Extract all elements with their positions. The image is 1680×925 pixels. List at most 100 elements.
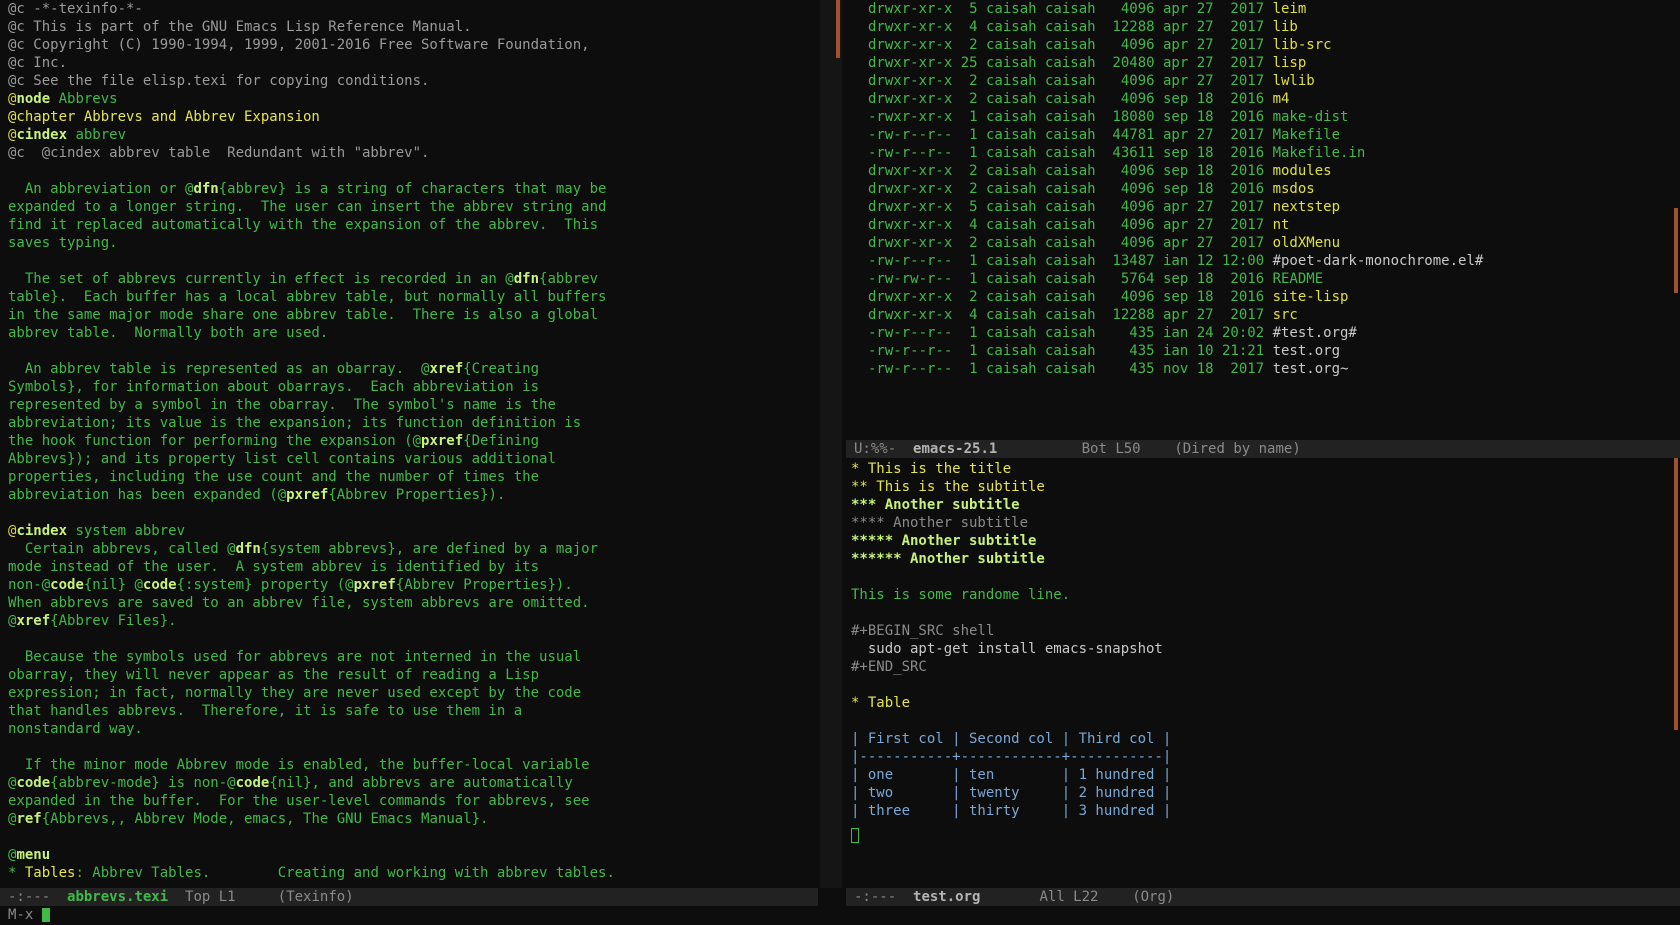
dired-row[interactable]: -rw-rw-r-- 1 caisah caisah 5764 sep 18 2… <box>868 270 1680 288</box>
texinfo-segment: {Abbrevs,, Abbrev Mode, emacs, The GNU E… <box>41 811 489 827</box>
dired-row[interactable]: drwxr-xr-x 4 caisah caisah 4096 apr 27 2… <box>868 216 1680 234</box>
texinfo-segment: @chapter Abbrevs and Abbrev Expansion <box>8 109 320 125</box>
texinfo-segment: xref <box>429 361 464 377</box>
dired-file-name[interactable]: nextstep <box>1273 199 1340 215</box>
org-segment: **** Another subtitle <box>851 515 1029 531</box>
texinfo-segment: pxref <box>421 433 464 449</box>
dired-file-name[interactable]: Makefile.in <box>1273 145 1366 161</box>
texinfo-segment: cindex <box>16 127 68 143</box>
dired-file-name[interactable]: lisp <box>1273 55 1307 71</box>
texinfo-segment: system abbrev <box>67 523 186 539</box>
dired-row[interactable]: drwxr-xr-x 25 caisah caisah 20480 apr 27… <box>868 54 1680 72</box>
dired-row[interactable]: -rw-r--r-- 1 caisah caisah 435 nov 18 20… <box>868 360 1680 378</box>
texinfo-segment: The set of abbrevs currently in effect i… <box>8 271 514 287</box>
dired-file-name[interactable]: #poet-dark-monochrome.el# <box>1273 253 1484 269</box>
dired-row[interactable]: -rw-r--r-- 1 caisah caisah 435 ian 24 20… <box>868 324 1680 342</box>
dired-row[interactable]: drwxr-xr-x 2 caisah caisah 4096 sep 18 2… <box>868 162 1680 180</box>
dired-file-name[interactable]: lwlib <box>1273 73 1315 89</box>
org-line: #+END_SRC <box>851 658 1680 676</box>
texinfo-text[interactable]: @c -*-texinfo-*- @c This is part of the G… <box>0 0 818 882</box>
org-buffer[interactable]: * This is the title ** This is the subtit… <box>848 458 1680 888</box>
dired-file-name[interactable]: oldXMenu <box>1273 235 1340 251</box>
dired-row-meta: drwxr-xr-x 4 caisah caisah 12288 apr 27 … <box>868 19 1273 35</box>
dired-row[interactable]: -rw-r--r-- 1 caisah caisah 435 ian 10 21… <box>868 342 1680 360</box>
texinfo-segment: expanded to a longer string. The user ca… <box>8 199 607 215</box>
dired-file-name[interactable]: test.org~ <box>1273 361 1349 377</box>
texinfo-segment: {abbrev-mode} is non-@ <box>50 775 236 791</box>
dired-file-name[interactable]: m4 <box>1273 91 1290 107</box>
dired-file-name[interactable]: msdos <box>1273 181 1315 197</box>
dired-scrollbar-thumb[interactable] <box>1674 208 1678 293</box>
left-scrollbar-thumb[interactable] <box>836 0 840 58</box>
texinfo-segment: node <box>16 91 51 107</box>
dired-row[interactable]: drwxr-xr-x 4 caisah caisah 12288 apr 27 … <box>868 18 1680 36</box>
dired-file-name[interactable]: src <box>1273 307 1298 323</box>
dired-row[interactable]: drwxr-xr-x 2 caisah caisah 4096 sep 18 2… <box>868 288 1680 306</box>
texinfo-segment: abbreviation; its value is the expansion… <box>8 415 582 431</box>
dired-file-name[interactable]: make-dist <box>1273 109 1349 125</box>
texinfo-line: @c @cindex abbrev table Redundant with "… <box>8 144 818 162</box>
org-segment: | two | twenty | 2 hundred | <box>851 785 1172 801</box>
texinfo-segment: that handles abbrevs. Therefore, it is s… <box>8 703 523 719</box>
texinfo-segment: {Defining <box>463 433 540 449</box>
org-text[interactable]: * This is the title ** This is the subtit… <box>848 458 1680 820</box>
dired-row[interactable]: drwxr-xr-x 5 caisah caisah 4096 apr 27 2… <box>868 0 1680 18</box>
texinfo-segment: expression; in fact, normally they are n… <box>8 685 582 701</box>
dired-row-meta: -rw-rw-r-- 1 caisah caisah 5764 sep 18 2… <box>868 271 1273 287</box>
dired-file-name[interactable]: Makefile <box>1273 127 1340 143</box>
dired-file-name[interactable]: lib-src <box>1273 37 1332 53</box>
texinfo-buffer[interactable]: @c -*-texinfo-*- @c This is part of the G… <box>0 0 818 888</box>
texinfo-segment: expanded in the buffer. For the user-lev… <box>8 793 590 809</box>
texinfo-line: Abbrevs}); and its property list cell co… <box>8 450 818 468</box>
texinfo-line: When abbrevs are saved to an abbrev file… <box>8 594 818 612</box>
dired-file-name[interactable]: test.org <box>1273 343 1340 359</box>
texinfo-segment: xref <box>16 613 51 629</box>
dired-row-meta: drwxr-xr-x 5 caisah caisah 4096 apr 27 2… <box>868 199 1273 215</box>
dired-file-name[interactable]: README <box>1273 271 1324 287</box>
dired-buffer[interactable]: drwxr-xr-x 5 caisah caisah 4096 apr 27 2… <box>848 0 1680 440</box>
texinfo-line: @c Inc. <box>8 54 818 72</box>
dired-row[interactable]: drwxr-xr-x 2 caisah caisah 4096 apr 27 2… <box>868 36 1680 54</box>
modeline-position: All L22 <box>1039 889 1099 905</box>
dired-row[interactable]: -rw-r--r-- 1 caisah caisah 44781 apr 27 … <box>868 126 1680 144</box>
texinfo-line: Certain abbrevs, called @dfn{system abbr… <box>8 540 818 558</box>
org-line <box>851 712 1680 730</box>
dired-file-name[interactable]: lib <box>1273 19 1298 35</box>
texinfo-segment: dfn <box>193 181 219 197</box>
org-segment: ** This is the subtitle <box>851 479 1045 495</box>
texinfo-segment: Because the symbols used for abbrevs are… <box>8 649 582 665</box>
modeline-mode: (Texinfo) <box>277 889 354 905</box>
org-segment: |-----------+------------+-----------| <box>851 749 1172 765</box>
dired-file-name[interactable]: site-lisp <box>1273 289 1349 305</box>
org-line <box>851 676 1680 694</box>
texinfo-segment: Symbols}, for information about obarrays… <box>8 379 540 395</box>
dired-row[interactable]: drwxr-xr-x 4 caisah caisah 12288 apr 27 … <box>868 306 1680 324</box>
texinfo-segment: menu <box>16 847 51 863</box>
dired-row-meta: -rw-r--r-- 1 caisah caisah 435 ian 10 21… <box>868 343 1273 359</box>
window-divider[interactable] <box>820 0 842 888</box>
org-line: ****** Another subtitle <box>851 550 1680 568</box>
dired-file-name[interactable]: nt <box>1273 217 1290 233</box>
dired-row[interactable]: drwxr-xr-x 5 caisah caisah 4096 apr 27 2… <box>868 198 1680 216</box>
org-scrollbar-thumb[interactable] <box>1674 458 1678 730</box>
texinfo-line: @chapter Abbrevs and Abbrev Expansion <box>8 108 818 126</box>
dired-file-name[interactable]: leim <box>1273 1 1307 17</box>
dired-file-name[interactable]: modules <box>1273 163 1332 179</box>
texinfo-segment: code <box>142 577 177 593</box>
dired-row[interactable]: drwxr-xr-x 2 caisah caisah 4096 apr 27 2… <box>868 72 1680 90</box>
minibuffer[interactable]: M-x <box>0 906 1680 925</box>
dired-row[interactable]: -rw-r--r-- 1 caisah caisah 43611 sep 18 … <box>868 144 1680 162</box>
dired-row[interactable]: drwxr-xr-x 2 caisah caisah 4096 sep 18 2… <box>868 90 1680 108</box>
texinfo-segment: find it replaced automatically with the … <box>8 217 599 233</box>
dired-row[interactable]: -rw-r--r-- 1 caisah caisah 13487 ian 12 … <box>868 252 1680 270</box>
texinfo-line: mode instead of the user. A system abbre… <box>8 558 818 576</box>
texinfo-segment: {Abbrev Properties}). <box>395 577 573 593</box>
dired-file-name[interactable]: #test.org# <box>1273 325 1357 341</box>
dired-row[interactable]: drwxr-xr-x 2 caisah caisah 4096 sep 18 2… <box>868 180 1680 198</box>
texinfo-segment: Abbrevs}); and its property list cell co… <box>8 451 556 467</box>
texinfo-line: represented by a symbol in the obarray. … <box>8 396 818 414</box>
dired-listing[interactable]: drwxr-xr-x 5 caisah caisah 4096 apr 27 2… <box>848 0 1680 378</box>
dired-row[interactable]: -rwxr-xr-x 1 caisah caisah 18080 sep 18 … <box>868 108 1680 126</box>
dired-row[interactable]: drwxr-xr-x 2 caisah caisah 4096 apr 27 2… <box>868 234 1680 252</box>
org-segment: sudo apt-get install emacs-snapshot <box>851 641 1163 657</box>
